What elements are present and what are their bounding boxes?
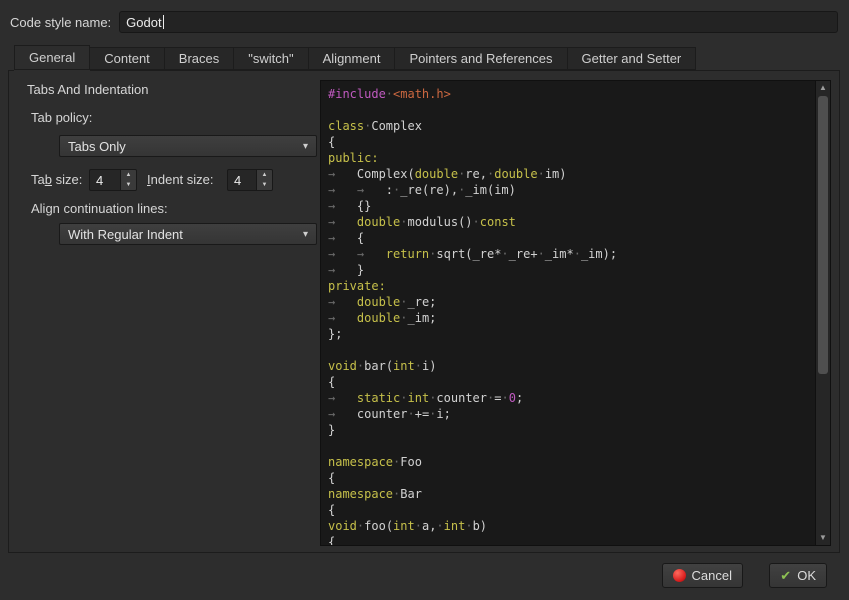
spin-down-icon: ▼ [262,182,268,188]
code-style-name-label: Code style name: [10,15,111,30]
align-continuation-select[interactable]: With Regular Indent ▾ [59,223,317,245]
code-line: → static·int·counter·=·0; [328,390,808,406]
spin-down-button[interactable]: ▼ [121,180,136,190]
indent-size-spin-buttons: ▲ ▼ [256,170,272,190]
general-tab-panel: Tabs And Indentation Tab policy: Tabs On… [8,70,840,553]
name-row: Code style name: Godot [10,11,838,33]
code-line: → → return·sqrt(_re*·_re+·_im*·_im); [328,246,808,262]
code-line: → } [328,262,808,278]
code-line: namespace·Bar [328,486,808,502]
code-line: → double·_re; [328,294,808,310]
spin-up-button[interactable]: ▲ [257,170,272,180]
spin-down-icon: ▼ [126,182,132,188]
chevron-down-icon: ▾ [303,229,308,240]
vertical-scrollbar[interactable]: ▲ ▼ [815,81,830,545]
code-line: { [328,374,808,390]
tab-size-value: 4 [90,170,120,190]
code-style-name-input[interactable]: Godot [119,11,838,33]
cancel-button-label: Cancel [692,568,732,583]
code-line: #include·<math.h> [328,86,808,102]
code-line: { [328,502,808,518]
tab-policy-select[interactable]: Tabs Only ▾ [59,135,317,157]
code-line: } [328,422,808,438]
code-line: private: [328,278,808,294]
code-line: → double·modulus()·const [328,214,808,230]
code-line: { [328,470,808,486]
chevron-down-icon: ▾ [303,141,308,152]
scrollbar-thumb[interactable] [818,96,828,374]
indent-size-label: Indent size: [147,172,214,187]
code-style-name-value: Godot [126,15,161,30]
code-line: public: [328,150,808,166]
code-preview[interactable]: #include·<math.h>class·Complex{public:→ … [320,80,831,546]
code-line: { [328,534,808,545]
tab-size-spin-buttons: ▲ ▼ [120,170,136,190]
spin-up-icon: ▲ [262,172,268,178]
tab-bar: GeneralContentBraces"switch"AlignmentPoi… [14,45,696,70]
code-line: → → :·_re(re),·_im(im) [328,182,808,198]
spin-up-button[interactable]: ▲ [121,170,136,180]
code-line: → counter·+=·i; [328,406,808,422]
code-line: { [328,134,808,150]
align-continuation-label: Align continuation lines: [31,201,168,216]
code-line: namespace·Foo [328,454,808,470]
tab-alignment[interactable]: Alignment [309,47,396,70]
code-line: class·Complex [328,118,808,134]
code-line: void·bar(int·i) [328,358,808,374]
tab-pointers-and-references[interactable]: Pointers and References [395,47,567,70]
code-line [328,342,808,358]
cancel-button[interactable]: Cancel [662,563,743,588]
tab-braces[interactable]: Braces [165,47,234,70]
group-title-tabs-and-indentation: Tabs And Indentation [27,82,148,97]
code-line: → {} [328,198,808,214]
code-line: }; [328,326,808,342]
text-caret [163,15,164,29]
align-continuation-value: With Regular Indent [68,227,295,242]
tab-policy-label: Tab policy: [31,110,92,125]
scroll-down-icon[interactable]: ▼ [816,531,830,545]
code-line [328,102,808,118]
scroll-up-icon[interactable]: ▲ [816,81,830,95]
ok-button[interactable]: ✔ OK [769,563,827,588]
code-line: → { [328,230,808,246]
cancel-icon [673,569,686,582]
checkmark-icon: ✔ [780,569,791,582]
code-text: #include·<math.h>class·Complex{public:→ … [321,81,815,545]
tab-general[interactable]: General [14,45,90,70]
tab-size-label: Tab size: [31,172,82,187]
button-row: Cancel ✔ OK [0,563,849,593]
tab-switch[interactable]: "switch" [234,47,308,70]
tab-content[interactable]: Content [90,47,165,70]
tab-policy-value: Tabs Only [68,139,295,154]
tab-size-spinner[interactable]: 4 ▲ ▼ [89,169,137,191]
indent-size-value: 4 [228,170,256,190]
spin-down-button[interactable]: ▼ [257,180,272,190]
code-line: → Complex(double·re,·double·im) [328,166,808,182]
spin-up-icon: ▲ [126,172,132,178]
ok-button-label: OK [797,568,816,583]
code-line: void·foo(int·a,·int·b) [328,518,808,534]
code-line [328,438,808,454]
code-line: → double·_im; [328,310,808,326]
indent-size-spinner[interactable]: 4 ▲ ▼ [227,169,273,191]
code-style-dialog: Code style name: Godot GeneralContentBra… [0,0,849,600]
tab-getter-and-setter[interactable]: Getter and Setter [568,47,697,70]
